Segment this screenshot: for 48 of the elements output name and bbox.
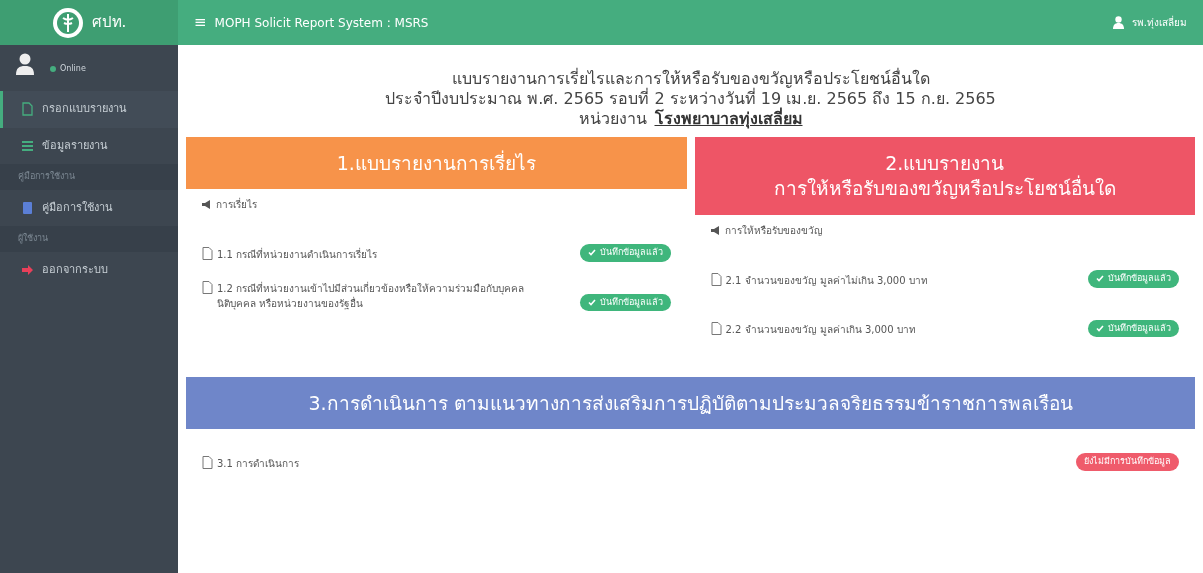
heading-line: แบบรายงานการเรี่ยไรและการให้หรือรับของขวัญหรือประโยชน์อื่นใด (450, 69, 931, 88)
check-icon (587, 298, 596, 306)
megaphone-icon (202, 200, 212, 209)
brand-name: ศปท. (91, 12, 127, 34)
section-header: คู่มือการใช้งาน (0, 164, 178, 190)
list-icon (21, 138, 34, 153)
document-icon (202, 246, 213, 260)
user-icon (1112, 16, 1124, 29)
document-icon (202, 455, 213, 469)
check-icon (1096, 324, 1104, 332)
item-link[interactable]: 1.1 กรณีที่หน่วยงานดำเนินการเรี่ยไร (217, 246, 378, 262)
sidebar-item[interactable]: ข้อมูลรายงาน (0, 127, 178, 164)
section-title: 1.แบบรายงานการเรี่ยไร (335, 150, 537, 176)
exit-icon (21, 262, 34, 277)
subheading: การเรี่ยไร (216, 197, 257, 212)
section-title: 2.แบบรายงาน (884, 151, 1006, 175)
logo-icon (51, 6, 84, 39)
section-title: 3.การดำเนินการ ตามแนวทางการส่งเสริมการปฏิบัติตามประมวลจริยธรรมข้าราชการพลเรือน (307, 390, 1074, 416)
status-text: Online (60, 63, 86, 75)
status-badge: บันทึกข้อมูลแล้ว (579, 293, 671, 311)
item-link[interactable]: 1.2 กรณีที่หน่วยงานเข้าไปมีส่วนเกี่ยวข้องหรือให้ความร่วมมือกับบุคคล นิติบุคคล หรือหน่วยงานของรัฐอื่น (217, 281, 537, 311)
status-badge: บันทึกข้อมูลแล้ว (579, 244, 671, 262)
status-dot (50, 66, 56, 72)
check-icon (1096, 275, 1104, 283)
status-badge: บันทึกข้อมูลแล้ว (1088, 319, 1179, 337)
section-header: ผู้ใช้งาน (0, 226, 178, 252)
document-icon (710, 272, 722, 286)
subheading: การให้หรือรับของขวัญ (724, 224, 823, 238)
status-badge: บันทึกข้อมูลแล้ว (1088, 270, 1179, 288)
item-link[interactable]: 3.1 การดำเนินการ (217, 455, 300, 471)
document-icon (202, 281, 213, 294)
check-icon (587, 249, 596, 257)
heading-line: ประจำปีงบประมาณ พ.ศ. 2565 รอบที่ 2 ระหว่างวันที่ 19 เม.ย. 2565 ถึง 15 ก.ย. 2565 (384, 89, 997, 108)
sidebar-item[interactable]: ออกจากระบบ (0, 251, 178, 288)
status-badge: ยังไม่มีการบันทึกข้อมูล (1076, 453, 1179, 471)
item-link[interactable]: 2.1 จำนวนของขวัญ มูลค่าไม่เกิน 3,000 บาท (725, 272, 928, 288)
unit-name[interactable]: โรงพยาบาลทุ่งเสลี่ยม (654, 109, 803, 129)
book-icon (21, 200, 34, 215)
unit-label: หน่วยงาน (578, 109, 647, 129)
avatar-icon (16, 53, 34, 75)
item-link[interactable]: 2.2 จำนวนของขวัญ มูลค่าเกิน 3,000 บาท (725, 322, 916, 337)
sidebar-item[interactable]: คู่มือการใช้งาน (0, 189, 178, 226)
file-icon (21, 102, 34, 117)
sidebar-item[interactable]: กรอกแบบรายงาน (0, 91, 178, 128)
section-title: การให้หรือรับของขวัญหรือประโยชน์อื่นใด (772, 176, 1117, 201)
app-title: MOPH Solicit Report System : MSRS (214, 14, 429, 32)
megaphone-icon (710, 226, 721, 235)
document-icon (710, 322, 722, 335)
